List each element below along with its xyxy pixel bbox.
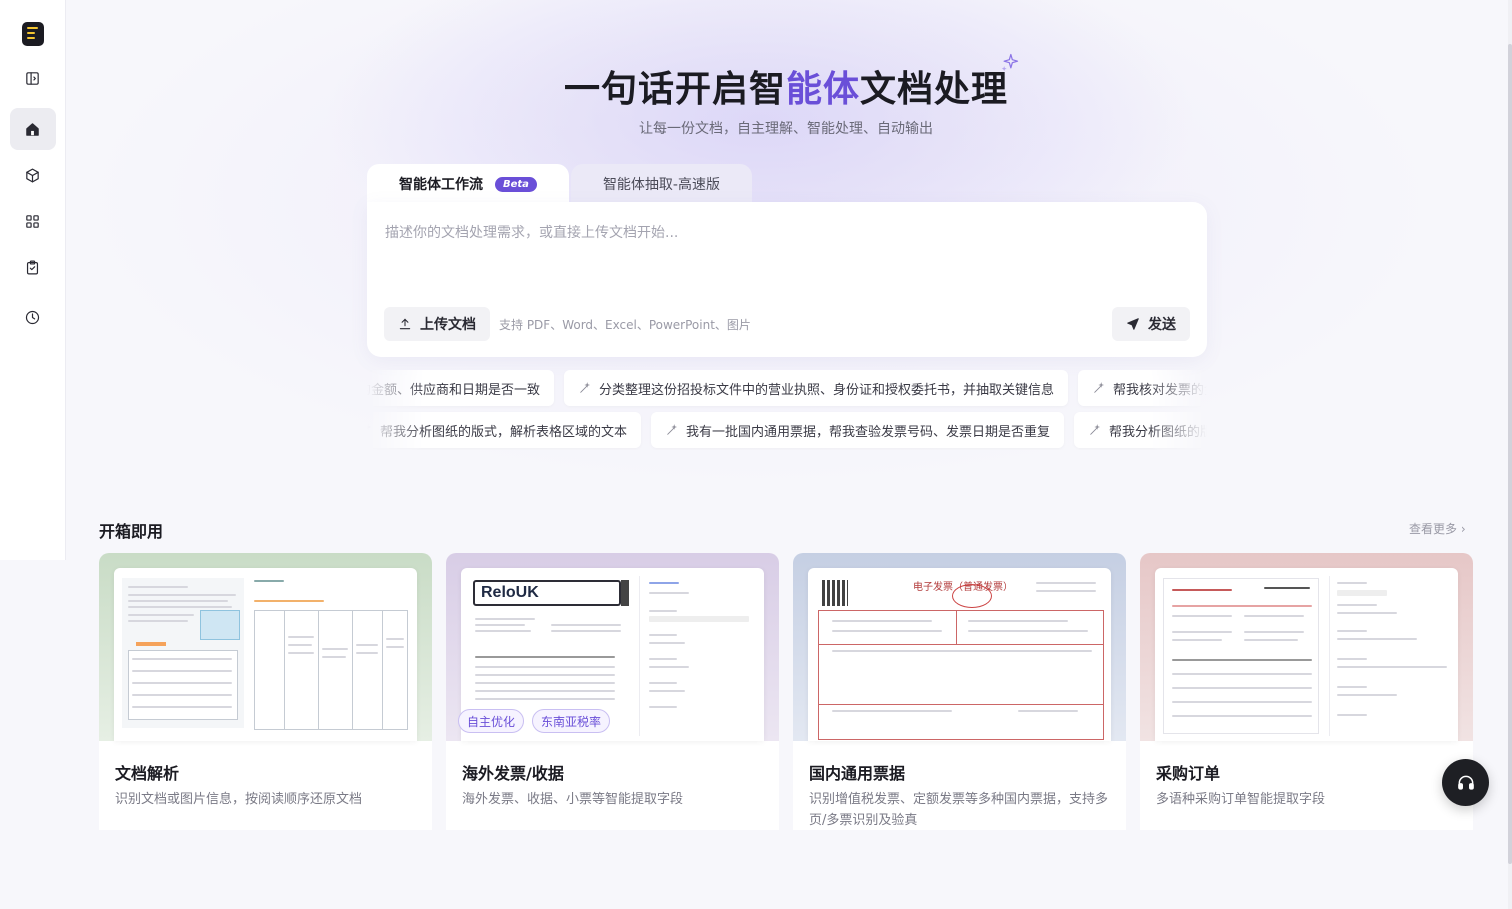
suggestion-chip[interactable]: 帮我分析图纸的版式，解析表格区域的文本 — [1074, 412, 1207, 448]
section-title: 开箱即用 — [99, 522, 164, 541]
suggestion-row-2: 帮我分析图纸的版式，解析表格区域的文本 我有一批国内通用票据，帮我查验发票号码、… — [367, 412, 1207, 448]
clipboard-check-icon — [26, 260, 39, 274]
sidebar-item-history[interactable] — [10, 296, 56, 338]
card-preview: 电子发票（普通发票） — [793, 553, 1126, 741]
page-title: 一句话开启智能体文档处理 — [563, 69, 1009, 110]
suggestion-chip[interactable]: 帮我核对发票的金额、供应商和日期是否一致 — [1078, 370, 1207, 406]
cube-icon — [26, 168, 39, 182]
card-title: 文档解析 — [115, 764, 180, 783]
card-preview — [99, 553, 432, 741]
upload-icon — [399, 318, 411, 330]
send-button[interactable]: 发送 — [1112, 307, 1190, 341]
scrollbar-thumb[interactable] — [1508, 44, 1512, 864]
document-preview-image — [1155, 568, 1458, 741]
view-more-link[interactable]: 查看更多 › — [1409, 520, 1466, 537]
magic-wand-icon — [667, 423, 678, 435]
upload-document-button[interactable]: 上传文档 — [384, 307, 490, 341]
tab-agent-workflow[interactable]: 智能体工作流 Beta — [367, 164, 569, 204]
clock-icon — [25, 310, 40, 324]
upload-format-hint: 支持 PDF、Word、Excel、PowerPoint、图片 — [499, 318, 751, 332]
tab-agent-extract-fast[interactable]: 智能体抽取-高速版 — [570, 164, 752, 204]
preview-page-left — [122, 578, 244, 728]
sparkle-icon — [1001, 53, 1019, 72]
card-description: 识别增值税发票、定额发票等多种国内票据，支持多页/多票识别及验真 — [809, 792, 1109, 828]
suggestion-chip[interactable]: 我有一批国内通用票据，帮我查验发票号码、发票日期是否重复 — [651, 412, 1065, 448]
card-tag: 自主优化 — [458, 709, 525, 733]
magic-wand-icon — [1094, 381, 1105, 393]
beta-badge: Beta — [495, 176, 537, 192]
suggestion-chip[interactable]: 帮我分析图纸的版式，解析表格区域的文本 — [367, 412, 642, 448]
card-description: 海外发票、收据、小票等智能提取字段 — [462, 792, 684, 807]
card-title: 国内通用票据 — [809, 764, 906, 783]
page-subtitle: 让每一份文档，自主理解、智能处理、自动输出 — [639, 121, 933, 137]
mode-tabs: 智能体工作流 Beta 智能体抽取-高速版 — [367, 164, 752, 204]
qr-code-icon — [822, 580, 848, 606]
sidebar-item-apps[interactable] — [10, 200, 56, 242]
card-title: 采购订单 — [1156, 764, 1221, 783]
suggestion-chip[interactable]: 分类整理这份招投标文件中的营业执照、身份证和授权委托书，并抽取关键信息 — [564, 370, 1069, 406]
card-preview: ReloUK 自主优化 东南亚税率 — [446, 553, 779, 741]
magic-wand-icon — [1090, 423, 1101, 435]
magic-wand-icon — [367, 423, 372, 430]
prompt-input[interactable] — [385, 222, 1185, 282]
grid-icon — [26, 214, 39, 228]
suggestion-chip[interactable]: 帮我核对发票的金额、供应商和日期是否一致 — [367, 370, 555, 406]
template-card-purchase-order[interactable]: 采购订单 多语种采购订单智能提取字段 — [1140, 553, 1473, 830]
sidebar-item-models[interactable] — [10, 154, 56, 196]
headset-icon — [1457, 775, 1474, 790]
send-icon — [1127, 318, 1139, 330]
card-tag: 东南亚税率 — [532, 709, 611, 733]
magic-wand-icon — [580, 381, 591, 393]
card-description: 多语种采购订单智能提取字段 — [1156, 792, 1326, 807]
template-card-domestic-receipts[interactable]: 电子发票（普通发票） 国内通用票据 识别增值税发票、定额发票等多种国内票据，支持… — [793, 553, 1126, 830]
suggestion-row-1: 帮我核对发票的金额、供应商和日期是否一致 分类整理这份招投标文件中的营业执照、身… — [367, 370, 1207, 406]
document-preview-image: 电子发票（普通发票） — [808, 568, 1111, 741]
suggestion-carousel: 帮我核对发票的金额、供应商和日期是否一致 分类整理这份招投标文件中的营业执照、身… — [367, 370, 1207, 450]
prompt-composer: 上传文档 支持 PDF、Word、Excel、PowerPoint、图片 发送 — [367, 202, 1207, 357]
template-card-overseas-invoice[interactable]: ReloUK 自主优化 东南亚税率 海外发票/收据 海外发票、收据、小票等智能提… — [446, 553, 779, 830]
sidebar-item-tasks[interactable] — [10, 246, 56, 288]
customer-support-button[interactable] — [1442, 759, 1489, 806]
template-card-document-parsing[interactable]: 文档解析 识别文档或图片信息，按阅读顺序还原文档 — [99, 553, 432, 830]
card-title: 海外发票/收据 — [462, 764, 564, 783]
preview-page-right — [254, 578, 410, 738]
card-preview — [1140, 553, 1473, 741]
app-logo[interactable] — [21, 22, 44, 46]
invoice-logo: ReloUK — [473, 580, 621, 606]
document-preview-image — [114, 568, 417, 741]
card-description: 识别文档或图片信息，按阅读顺序还原文档 — [115, 792, 363, 807]
preview-order-page — [1163, 578, 1319, 734]
